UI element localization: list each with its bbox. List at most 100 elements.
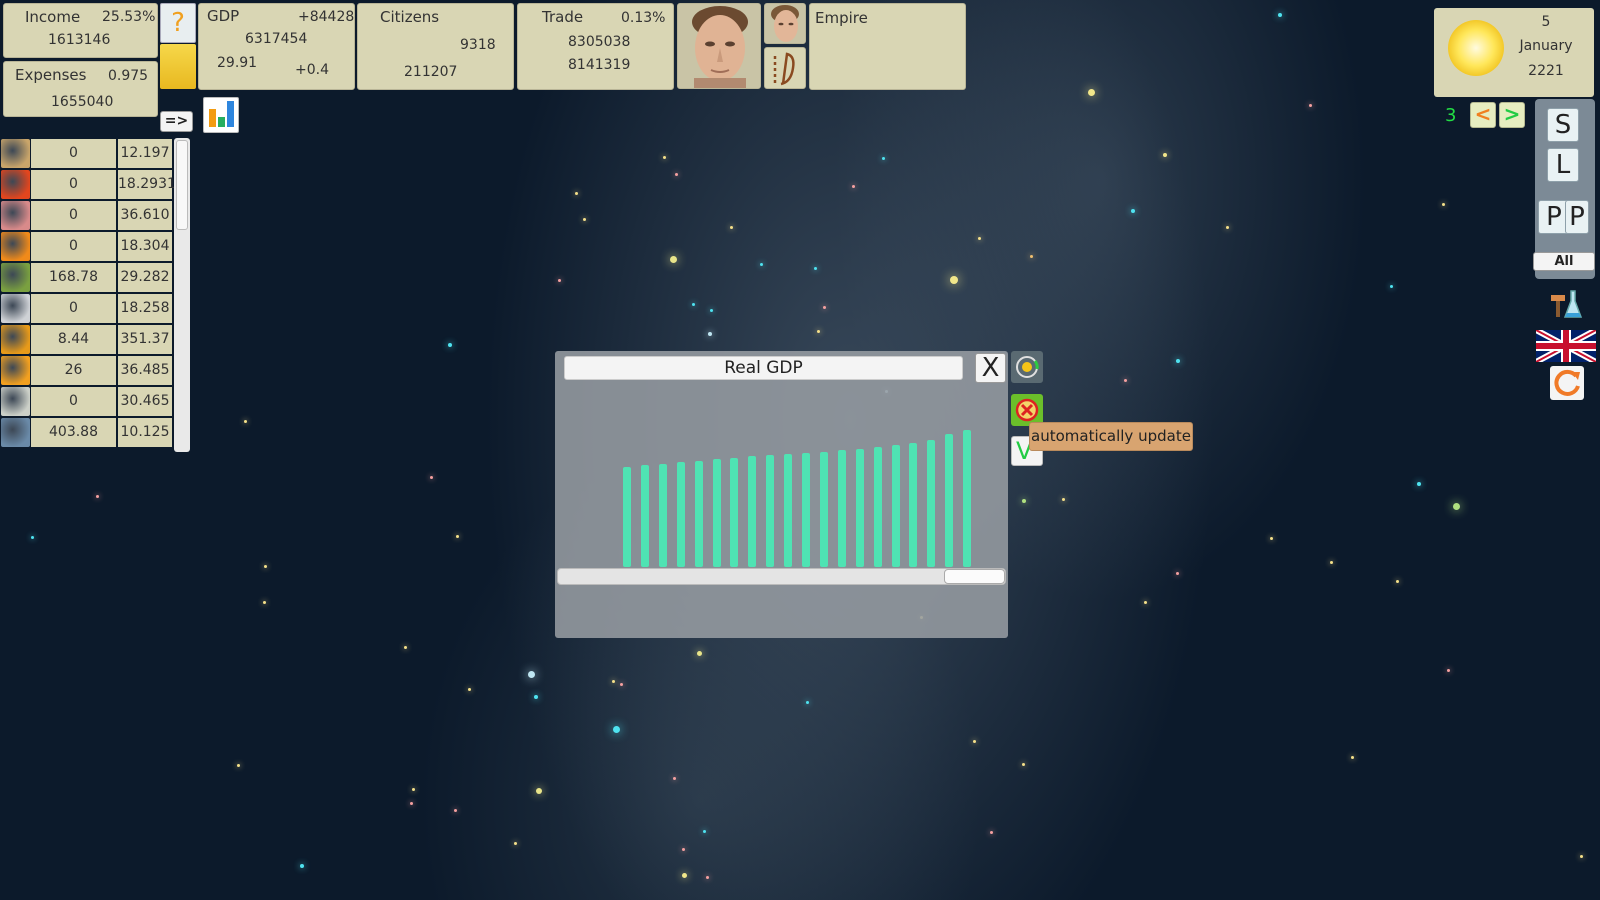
trade-panel[interactable]: Trade 0.13% 8305038 8141319 (517, 3, 674, 90)
advisor-portrait[interactable] (764, 3, 806, 44)
pause-button-2[interactable]: P (1565, 200, 1589, 234)
star (468, 688, 471, 691)
citizens-total: 211207 (404, 64, 458, 80)
gdp-bar (748, 456, 757, 567)
gdp-bar (640, 465, 649, 567)
star (730, 226, 733, 229)
star (823, 306, 826, 309)
resource-list-scrollbar[interactable] (174, 138, 190, 452)
resource-price: 351.37 (118, 325, 172, 354)
star (682, 848, 685, 851)
star (814, 267, 817, 270)
statistics-button[interactable] (203, 97, 239, 133)
tomato-icon (1, 170, 30, 199)
faster-button[interactable]: > (1499, 102, 1525, 128)
star (536, 788, 542, 794)
save-button[interactable]: S (1547, 108, 1579, 142)
star (682, 873, 687, 878)
star (264, 565, 267, 568)
resource-amount: 0 (31, 232, 116, 261)
bottle-icon (1, 387, 30, 416)
star (1309, 104, 1312, 107)
citizens-panel[interactable]: Citizens 9318 211207 (357, 3, 514, 90)
game-speed-value: 3 (1445, 105, 1457, 126)
slower-button[interactable]: < (1470, 102, 1496, 128)
graph-settings-button[interactable] (1011, 351, 1043, 383)
resource-row[interactable]: 0 36.610 (0, 200, 172, 231)
expenses-ratio: 0.975 (108, 68, 149, 84)
star (237, 764, 240, 767)
gdp-panel[interactable]: GDP +84428 6317454 29.91 +0.4 (198, 3, 355, 90)
resource-amount: 0 (31, 201, 116, 230)
resource-amount: 0 (31, 139, 116, 168)
ore-icon (1, 418, 30, 447)
star (448, 343, 452, 347)
star (430, 476, 433, 479)
scrollbar-thumb[interactable] (176, 140, 188, 230)
research-button[interactable] (1549, 287, 1583, 321)
income-value: 1613146 (48, 32, 111, 48)
resource-price: 10.125 (118, 418, 172, 447)
resource-price: 36.610 (118, 201, 172, 230)
empire-panel[interactable]: Empire (809, 3, 966, 90)
resource-price: 12.197 (118, 139, 172, 168)
graph-scrollbar-thumb[interactable] (944, 569, 1005, 584)
star (697, 651, 702, 656)
star (263, 601, 266, 604)
trade-imports: 8141319 (568, 57, 631, 73)
gdp-bar (945, 434, 954, 567)
language-button[interactable] (1534, 327, 1598, 365)
resource-price: 18.2931 (118, 170, 176, 199)
real-gdp-window: Real GDP X (555, 351, 1008, 638)
star (412, 788, 415, 791)
gdp-bar (873, 447, 882, 567)
all-button[interactable]: All (1533, 252, 1595, 271)
star (973, 740, 976, 743)
star (1088, 89, 1095, 96)
resource-row[interactable]: 0 12.197 (0, 138, 172, 169)
gdp-bar (694, 460, 703, 567)
mood-indicator (160, 44, 196, 89)
graph-scrollbar[interactable] (557, 568, 1006, 585)
income-percent: 25.53% (102, 9, 156, 25)
star (583, 218, 586, 221)
resource-amount: 0 (31, 294, 116, 323)
gdp-bar (658, 463, 667, 567)
graph-close-button[interactable]: X (975, 353, 1006, 383)
leader-portrait[interactable] (677, 3, 761, 89)
resource-row[interactable]: 26 36.485 (0, 355, 172, 386)
income-panel[interactable]: Income 25.53% 1613146 (3, 3, 158, 58)
resource-row[interactable]: 0 18.304 (0, 231, 172, 262)
star (1144, 601, 1147, 604)
star (1163, 153, 1167, 157)
expand-arrow-button[interactable]: => (160, 111, 193, 132)
resource-row[interactable]: 403.88 10.125 (0, 417, 172, 448)
refresh-icon (1554, 369, 1580, 396)
help-button[interactable]: ? (160, 3, 196, 43)
resource-row[interactable]: 8.44 351.37 (0, 324, 172, 355)
load-button[interactable]: L (1547, 148, 1579, 182)
star (1270, 537, 1273, 540)
gdp-bar-chart (555, 387, 1008, 567)
orange-icon (1, 232, 30, 261)
resource-row[interactable]: 0 18.2931 (0, 169, 176, 200)
resource-row[interactable]: 168.78 29.282 (0, 262, 172, 293)
star (817, 330, 820, 333)
refresh-button[interactable] (1550, 366, 1584, 400)
star (978, 237, 981, 240)
gdp-value: 6317454 (245, 31, 308, 47)
resource-row[interactable]: 0 18.258 (0, 293, 172, 324)
meat-icon (1, 201, 30, 230)
star (613, 726, 620, 733)
signature-button[interactable] (764, 47, 806, 89)
star (514, 842, 517, 845)
expenses-panel[interactable]: Expenses 0.975 1655040 (3, 61, 158, 117)
star (454, 809, 457, 812)
empire-label: Empire (815, 9, 868, 27)
date-month: January (1519, 38, 1573, 54)
resource-row[interactable]: 0 30.465 (0, 386, 172, 417)
resource-price: 18.258 (118, 294, 172, 323)
resource-price: 29.282 (118, 263, 172, 292)
star (1351, 756, 1354, 759)
date-panel: 5 January 2221 (1434, 8, 1594, 97)
